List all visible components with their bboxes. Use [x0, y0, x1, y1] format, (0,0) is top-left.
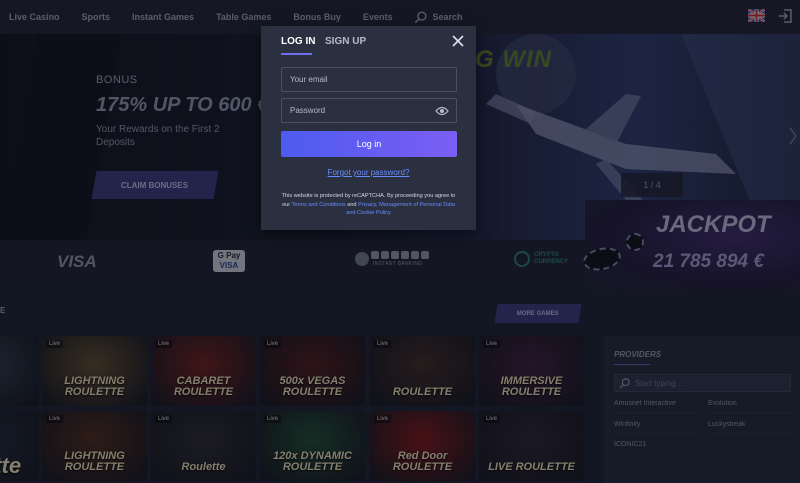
- forgot-password-link[interactable]: Forgot your password?: [261, 168, 476, 177]
- tab-login[interactable]: LOG IN: [281, 36, 315, 47]
- casino-page: Live Casino Sports Instant Games Table G…: [0, 0, 800, 483]
- show-password-icon[interactable]: [435, 105, 449, 117]
- privacy-link[interactable]: Privacy, Management of Personal Data and…: [346, 202, 455, 217]
- password-field[interactable]: [290, 106, 430, 115]
- tab-signup[interactable]: SIGN UP: [325, 36, 366, 47]
- close-icon[interactable]: [452, 35, 464, 47]
- legal-notice: This website is protected by reCAPTCHA. …: [277, 192, 460, 218]
- login-modal: LOG IN SIGN UP Log in Forgot your passwo…: [261, 26, 476, 230]
- login-button[interactable]: Log in: [281, 131, 457, 157]
- active-tab-indicator: [281, 53, 312, 55]
- password-field-wrapper: [281, 98, 457, 123]
- legal-and: and: [347, 201, 357, 208]
- email-field-wrapper: [281, 67, 457, 92]
- email-field[interactable]: [290, 75, 430, 84]
- terms-link[interactable]: Terms and Conditions: [292, 202, 346, 208]
